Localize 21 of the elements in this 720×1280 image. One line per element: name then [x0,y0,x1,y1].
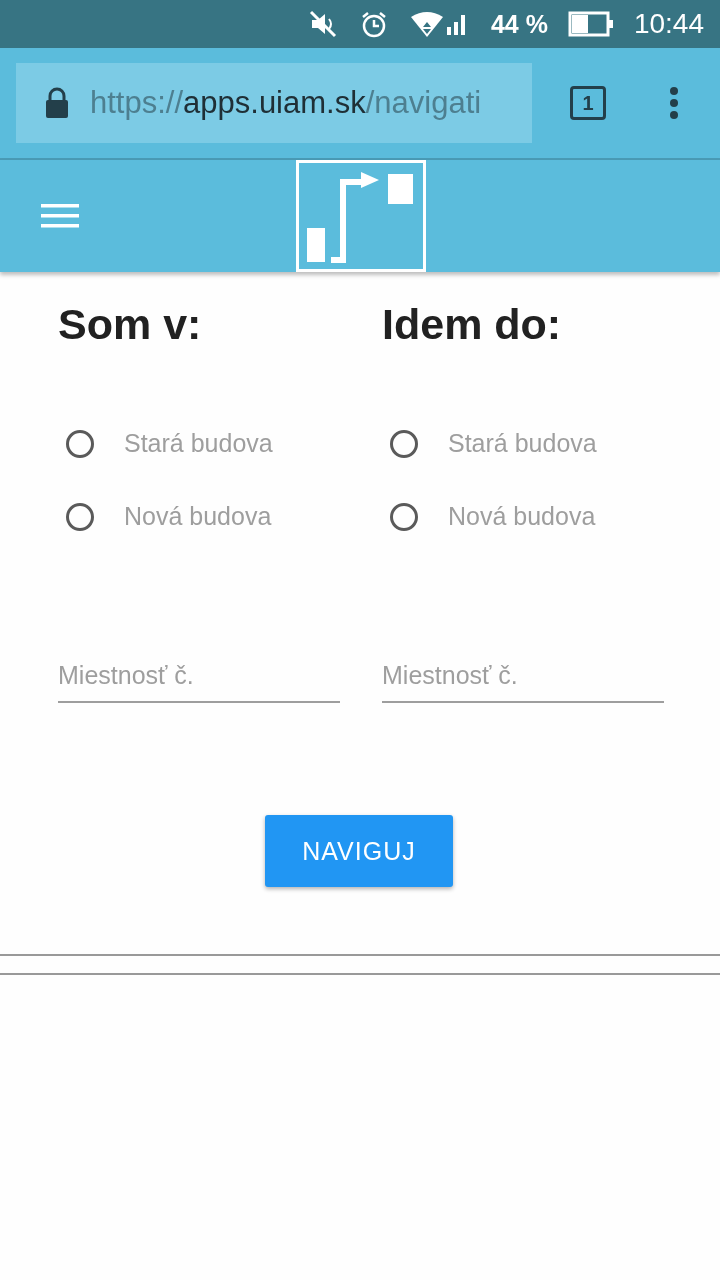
radio-option[interactable]: Stará budova [382,429,664,458]
tab-count-button[interactable]: 1 [570,86,606,120]
battery-percent: 44 % [490,9,548,39]
radio-button[interactable] [66,429,94,458]
radio-option[interactable]: Stará budova [58,429,340,458]
battery-icon [567,11,614,37]
radio-button[interactable] [390,502,418,531]
clock: 10:44 [633,8,704,40]
column-title: Som v: [58,300,203,349]
radio-option[interactable]: Nová budova [382,502,664,531]
radio-button[interactable] [390,429,418,458]
navigate-button[interactable]: NAVIGUJ [265,815,453,887]
lock-icon [44,87,70,119]
address-bar[interactable]: https://apps.uiam.sk/navigati [16,63,532,143]
radio-button[interactable] [66,502,94,531]
url-text: https://apps.uiam.sk/navigati [90,85,482,121]
column-title: Idem do: [382,300,563,349]
room-field[interactable]: Miestnosť č. [382,649,664,703]
room-field[interactable]: Miestnosť č. [58,649,340,703]
radio-option[interactable]: Nová budova [58,502,340,531]
more-icon[interactable] [669,86,679,120]
